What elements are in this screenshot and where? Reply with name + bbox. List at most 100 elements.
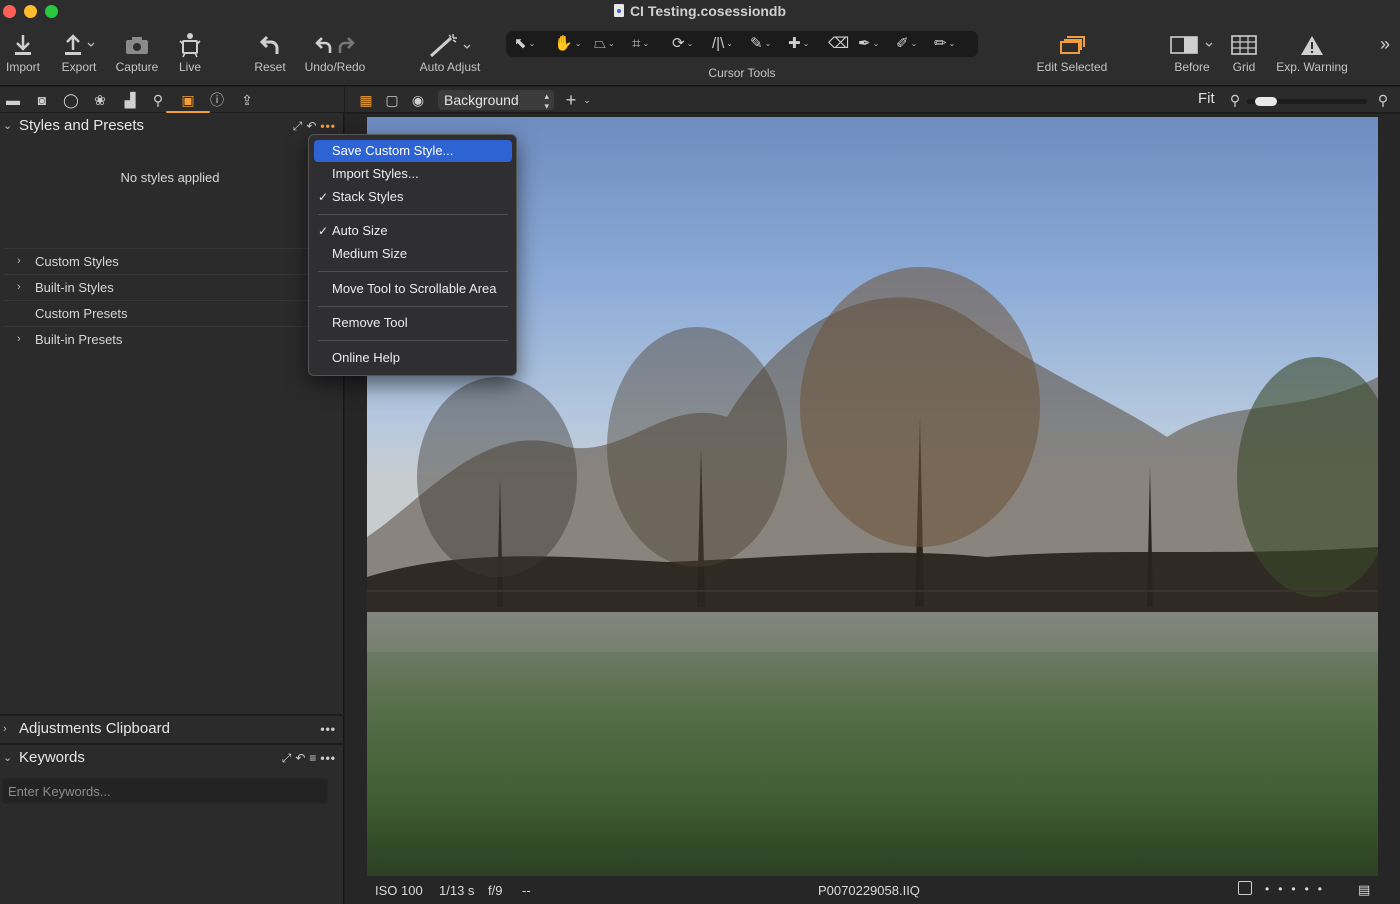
pan-cursor-tool[interactable]: ✋ ⌄	[554, 34, 590, 54]
pointer-icon: ⬉	[514, 35, 527, 52]
brush-cursor-tool[interactable]: ✎ ⌄	[750, 34, 786, 54]
styles-item-builtin-styles[interactable]: › Built-in Styles	[4, 274, 310, 300]
reset-icon[interactable]: ↶	[306, 119, 320, 133]
exposure-warning-button[interactable]: Exp. Warning	[1272, 28, 1352, 82]
single-view-button[interactable]: ▢	[382, 90, 402, 110]
styles-item-custom-styles[interactable]: › Custom Styles	[4, 248, 310, 274]
camera-icon	[113, 28, 161, 60]
list-icon[interactable]: ≡	[309, 751, 320, 765]
zoom-slider[interactable]	[1247, 97, 1367, 106]
lens-tab[interactable]: ◯	[61, 90, 81, 110]
capture-button[interactable]: Capture	[113, 28, 161, 82]
details-tab[interactable]: ⚲	[148, 90, 168, 110]
edit-selected-button[interactable]: Edit Selected	[1032, 28, 1112, 82]
layer-select[interactable]: Background ▴ ▾	[438, 90, 554, 111]
menu-item-online-help[interactable]: Online Help	[314, 347, 512, 369]
menu-item-move-tool[interactable]: Move Tool to Scrollable Area	[314, 278, 512, 300]
select-cursor-tool[interactable]: ⬉ ⌄	[514, 34, 550, 54]
more-options-icon[interactable]: •••	[320, 751, 336, 765]
square-icon: ▢	[385, 92, 399, 108]
folder-icon: ▬	[6, 92, 20, 108]
checkmark-icon: ✓	[318, 190, 329, 204]
menu-item-medium-size[interactable]: Medium Size	[314, 243, 512, 265]
healing-cursor-tool[interactable]: ✚ ⌄	[788, 34, 824, 54]
photo-preview[interactable]	[367, 117, 1378, 876]
undo-redo-icon	[302, 28, 368, 60]
landscape-photo	[367, 117, 1378, 876]
zoom-fit-label[interactable]: Fit	[1198, 90, 1215, 107]
menu-item-stack-styles[interactable]: ✓ Stack Styles	[314, 186, 512, 208]
chevron-right-icon: ›	[17, 333, 21, 345]
metadata-tab[interactable]: ⓘ	[207, 90, 227, 110]
menu-item-auto-size[interactable]: ✓ Auto Size	[314, 220, 512, 242]
keywords-input[interactable]	[2, 778, 328, 804]
chevron-right-icon: ›	[3, 723, 7, 735]
chevron-down-icon: ⌄	[3, 120, 13, 132]
keywords-header[interactable]: ⌄ Keywords ⤢↶≡•••	[0, 745, 344, 771]
straighten-icon: /|\	[712, 35, 725, 52]
rotate-cursor-tool[interactable]: ⟳ ⌄	[672, 34, 708, 54]
toolbar-overflow-button[interactable]: »	[1374, 28, 1396, 82]
output-tab[interactable]: ⇪	[237, 90, 257, 110]
rating-dots[interactable]: •••••	[1265, 882, 1331, 896]
capture-tab[interactable]: ◙	[32, 90, 52, 110]
color-circles-icon: ❀	[94, 92, 106, 108]
select-checkbox[interactable]	[1238, 881, 1252, 895]
gradient-icon: ✐	[896, 35, 909, 52]
import-button[interactable]: Import	[3, 28, 43, 82]
undo-redo-button[interactable]: Undo/Redo	[302, 28, 368, 82]
keystone-icon: ⏢	[594, 35, 607, 52]
styles-presets-header[interactable]: ⌄ Styles and Presets ⤢↶•••	[0, 113, 344, 139]
reset-icon	[250, 28, 290, 60]
warning-icon	[1272, 28, 1352, 60]
more-options-icon[interactable]: •••	[320, 716, 336, 742]
zoom-slider-thumb[interactable]	[1255, 97, 1277, 106]
menu-item-save-custom-style[interactable]: Save Custom Style...	[314, 140, 512, 162]
multi-view-button[interactable]: ▦	[356, 90, 376, 110]
auto-adjust-button[interactable]: Auto Adjust	[414, 28, 486, 82]
proof-view-button[interactable]: ◉	[408, 90, 428, 110]
expand-arrows-icon[interactable]: ⤢	[293, 119, 307, 133]
aperture-value: f/9	[488, 883, 503, 898]
import-icon	[3, 28, 43, 60]
color-tab[interactable]: ❀	[90, 90, 110, 110]
styles-presets-title: Styles and Presets	[19, 117, 145, 134]
eye-icon: ◉	[411, 92, 425, 108]
exposure-tab[interactable]: ▟	[120, 90, 140, 110]
zoom-in-button[interactable]: ⚲	[1373, 90, 1393, 110]
export-button[interactable]: Export	[57, 28, 101, 82]
menu-item-remove-tool[interactable]: Remove Tool	[314, 312, 512, 334]
tool-panel: ▬ ◙ ◯ ❀ ▟ ⚲ ▣ ⓘ ⇪ ⌄ Styles and Presets ⤢…	[0, 87, 344, 904]
crop-cursor-tool[interactable]: ⌗ ⌄	[632, 34, 668, 54]
reset-icon[interactable]: ↶	[295, 751, 309, 765]
styles-item-custom-presets[interactable]: Custom Presets	[4, 300, 310, 326]
document-icon	[613, 4, 624, 17]
more-options-icon[interactable]: •••	[320, 119, 336, 133]
styles-item-builtin-presets[interactable]: › Built-in Presets	[4, 326, 310, 352]
menu-separator	[318, 306, 508, 307]
adjustments-tab[interactable]: ▣	[178, 90, 198, 110]
reset-button[interactable]: Reset	[250, 28, 290, 82]
keystone-cursor-tool[interactable]: ⏢ ⌄	[594, 34, 630, 54]
live-view-icon	[172, 28, 208, 60]
picker-cursor-tool[interactable]: ✒ ⌄	[858, 34, 894, 54]
filename-label: P0070229058.IIQ	[818, 883, 920, 898]
eraser-icon: ⌫	[828, 35, 850, 52]
grid-button[interactable]: Grid	[1226, 28, 1262, 82]
adjustments-clipboard-header[interactable]: › Adjustments Clipboard •••	[0, 716, 344, 742]
annotate-cursor-tool[interactable]: ✏ ⌄	[934, 34, 970, 54]
library-tab[interactable]: ▬	[3, 90, 23, 110]
straighten-cursor-tool[interactable]: /|\ ⌄	[712, 34, 748, 54]
menu-item-import-styles[interactable]: Import Styles...	[314, 163, 512, 185]
cursor-tools-group: ⬉ ⌄ ✋ ⌄ ⏢ ⌄ ⌗ ⌄ ⟳ ⌄ /|\ ⌄ ✎ ⌄ ✚ ⌄ ⌫ ✒ ⌄ ✐ ⌄ ✏ ⌄	[506, 31, 978, 57]
before-button[interactable]: Before	[1167, 28, 1217, 82]
live-button[interactable]: Live	[172, 28, 208, 82]
gradient-cursor-tool[interactable]: ✐ ⌄	[896, 34, 932, 54]
image-info-bar: ISO 100 1/13 s f/9 -- P0070229058.IIQ ••…	[345, 876, 1400, 904]
add-layer-dropdown[interactable]: ⌄	[577, 90, 597, 110]
expand-arrows-icon[interactable]: ⤢	[282, 751, 296, 765]
zoom-out-button[interactable]: ⚲	[1225, 90, 1245, 110]
chevron-right-icon: ›	[17, 281, 21, 293]
checkmark-icon: ✓	[318, 224, 329, 238]
metadata-icon[interactable]: ▤	[1358, 882, 1370, 898]
